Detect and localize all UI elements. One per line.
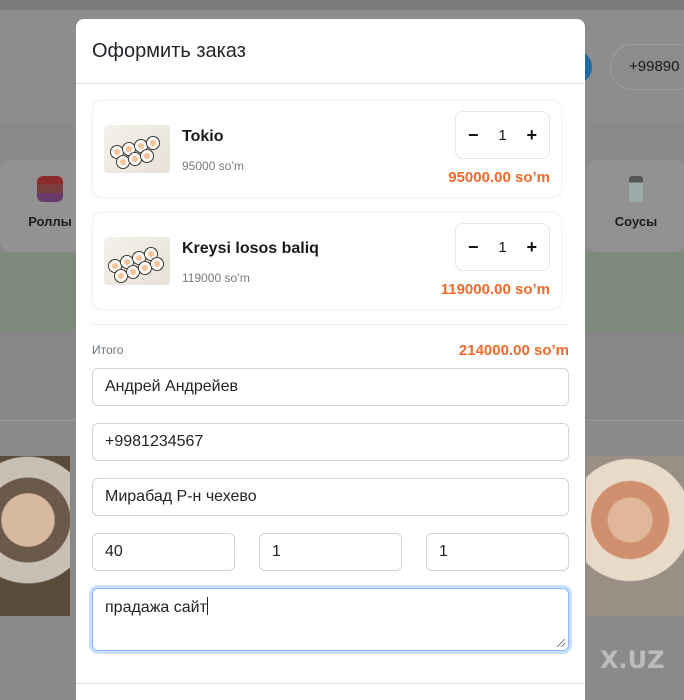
- quantity-stepper: − 1 +: [455, 111, 550, 159]
- name-input[interactable]: Андрей Андрейев: [92, 368, 569, 406]
- entrance-input[interactable]: 1: [259, 533, 402, 571]
- total-label: Итого: [92, 343, 124, 357]
- cart-item: Kreysi losos baliq 119000 so’m − 1 + 119…: [92, 212, 562, 310]
- increase-quantity-button[interactable]: +: [526, 238, 537, 256]
- background-phone-pill: +99890: [610, 44, 684, 90]
- floor-input[interactable]: 1: [426, 533, 569, 571]
- quantity-stepper: − 1 +: [455, 223, 550, 271]
- item-name: Kreysi losos baliq: [182, 240, 319, 257]
- total-value: 214000.00 so’m: [458, 342, 569, 359]
- background-top-strip: [0, 0, 684, 10]
- comment-text: прадажа сайт: [105, 599, 207, 616]
- sauce-bottle-icon: [629, 176, 643, 202]
- cart-item: Tokio 95000 so’m − 1 + 95000.00 so’m: [92, 100, 562, 198]
- order-total-row: Итого 214000.00 so’m: [92, 324, 569, 368]
- sushi-roll-icon: [37, 176, 63, 202]
- item-name: Tokio: [182, 128, 224, 145]
- modal-title: Оформить заказ: [92, 40, 246, 62]
- decrease-quantity-button[interactable]: −: [468, 126, 479, 144]
- product-image: [104, 237, 170, 285]
- phone-input[interactable]: +9981234567: [92, 423, 569, 461]
- background-product-photo: [0, 456, 70, 616]
- decrease-quantity-button[interactable]: −: [468, 238, 479, 256]
- address-input[interactable]: Мирабад Р-н чехево: [92, 478, 569, 516]
- product-image: [104, 125, 170, 173]
- background-category-sauces: Соусы: [586, 160, 684, 252]
- modal-footer-divider: [76, 683, 585, 684]
- item-unit-price: 95000 so’m: [182, 159, 245, 173]
- item-line-total: 119000.00 so’m: [440, 281, 550, 298]
- background-product-photo: [586, 456, 684, 616]
- category-label: Соусы: [614, 214, 658, 229]
- increase-quantity-button[interactable]: +: [526, 126, 537, 144]
- item-line-total: 95000.00 so’m: [448, 169, 550, 186]
- modal-header: Оформить заказ: [76, 19, 585, 84]
- quantity-value: 1: [498, 126, 507, 144]
- address-details-row: 40 1 1: [92, 533, 569, 571]
- item-unit-price: 119000 so’m: [182, 271, 250, 285]
- resize-handle-icon[interactable]: [557, 639, 565, 647]
- comment-textarea[interactable]: прадажа сайт: [92, 588, 569, 651]
- text-caret: [206, 597, 208, 615]
- watermark-logo: X.UZ: [600, 646, 665, 674]
- house-number-input[interactable]: 40: [92, 533, 235, 571]
- modal-body: Tokio 95000 so’m − 1 + 95000.00 so’m Kre…: [76, 84, 585, 651]
- checkout-modal: Оформить заказ Tokio 95000 so’m − 1 + 95…: [76, 19, 585, 700]
- quantity-value: 1: [498, 238, 507, 256]
